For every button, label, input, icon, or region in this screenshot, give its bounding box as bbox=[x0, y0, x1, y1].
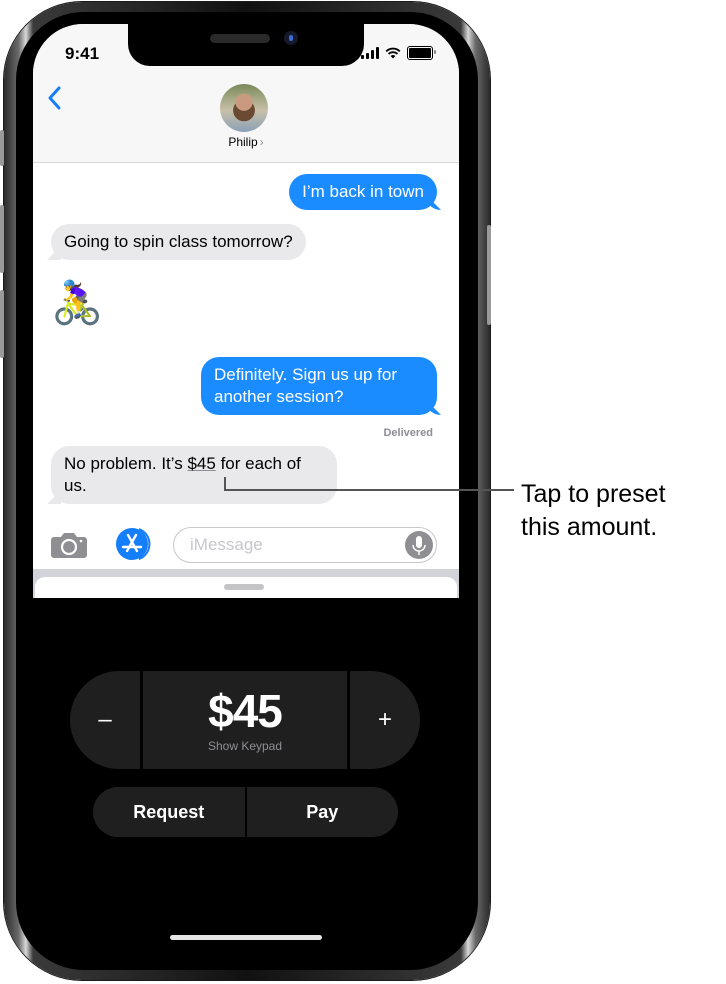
contact-name-button[interactable]: Philip › bbox=[33, 135, 459, 149]
message-bubble-incoming[interactable]: No problem. It’s $45 for each of us. bbox=[51, 446, 337, 504]
status-time: 9:41 bbox=[65, 44, 100, 63]
back-button[interactable] bbox=[47, 86, 61, 116]
message-bubble-outgoing[interactable]: I’m back in town bbox=[289, 174, 437, 210]
dictation-button[interactable] bbox=[405, 531, 433, 559]
message-bubble-incoming[interactable]: Going to spin class tomorrow? bbox=[51, 224, 306, 260]
status-icons bbox=[361, 46, 436, 60]
show-keypad-label: Show Keypad bbox=[207, 739, 283, 753]
notch bbox=[128, 24, 364, 66]
chevron-right-icon: › bbox=[259, 135, 264, 149]
pay-button[interactable]: Pay bbox=[246, 787, 398, 837]
callout-leader-horizontal bbox=[224, 489, 514, 491]
callout-annotation: Tap to preset this amount. bbox=[521, 478, 666, 544]
imessage-text-field[interactable] bbox=[188, 534, 392, 556]
message-text: Going to spin class tomorrow? bbox=[64, 232, 293, 251]
message-text: I’m back in town bbox=[302, 182, 424, 201]
app-drawer-button[interactable] bbox=[113, 527, 153, 561]
front-camera bbox=[284, 31, 298, 45]
delivered-status: Delivered bbox=[383, 427, 433, 439]
decrease-amount-button[interactable]: – bbox=[70, 671, 140, 769]
camera-button[interactable] bbox=[51, 532, 87, 558]
message-text: Definitely. Sign us up for another sessi… bbox=[214, 365, 397, 406]
amount-link[interactable]: $45 bbox=[187, 454, 215, 473]
speaker-grille bbox=[210, 34, 270, 43]
woman-biking-emoji[interactable]: 🚴‍♀️ bbox=[51, 279, 103, 327]
silent-switch bbox=[0, 130, 4, 166]
contact-name: Philip bbox=[228, 135, 258, 149]
drawer-grabber-handle[interactable] bbox=[224, 584, 264, 590]
callout-line-2: this amount. bbox=[521, 513, 658, 541]
message-bubble-outgoing[interactable]: Definitely. Sign us up for another sessi… bbox=[201, 357, 437, 415]
camera-icon bbox=[51, 533, 87, 558]
messages-area: 9:41 Philip › I’m back in town Going to … bbox=[33, 24, 459, 598]
amount-display[interactable]: $45 Show Keypad bbox=[143, 671, 347, 769]
battery-icon bbox=[407, 46, 436, 60]
amount-stepper: – $45 Show Keypad + bbox=[70, 671, 420, 769]
imessage-input[interactable] bbox=[173, 527, 437, 563]
side-button bbox=[487, 225, 491, 325]
message-text: No problem. It’s bbox=[64, 454, 188, 473]
cellular-signal-icon bbox=[361, 47, 379, 59]
home-indicator[interactable] bbox=[170, 935, 322, 940]
request-button[interactable]: Request bbox=[93, 787, 245, 837]
contact-avatar[interactable] bbox=[220, 84, 268, 132]
amount-value: $45 bbox=[208, 685, 283, 737]
volume-up-button bbox=[0, 205, 4, 273]
microphone-icon bbox=[412, 536, 426, 555]
app-store-icon bbox=[116, 528, 151, 560]
increase-amount-button[interactable]: + bbox=[350, 671, 420, 769]
chevron-left-icon bbox=[48, 86, 61, 110]
wifi-icon bbox=[385, 47, 401, 59]
volume-down-button bbox=[0, 290, 4, 358]
callout-line-1: Tap to preset bbox=[521, 480, 666, 508]
payment-actions: Request Pay bbox=[93, 787, 398, 837]
